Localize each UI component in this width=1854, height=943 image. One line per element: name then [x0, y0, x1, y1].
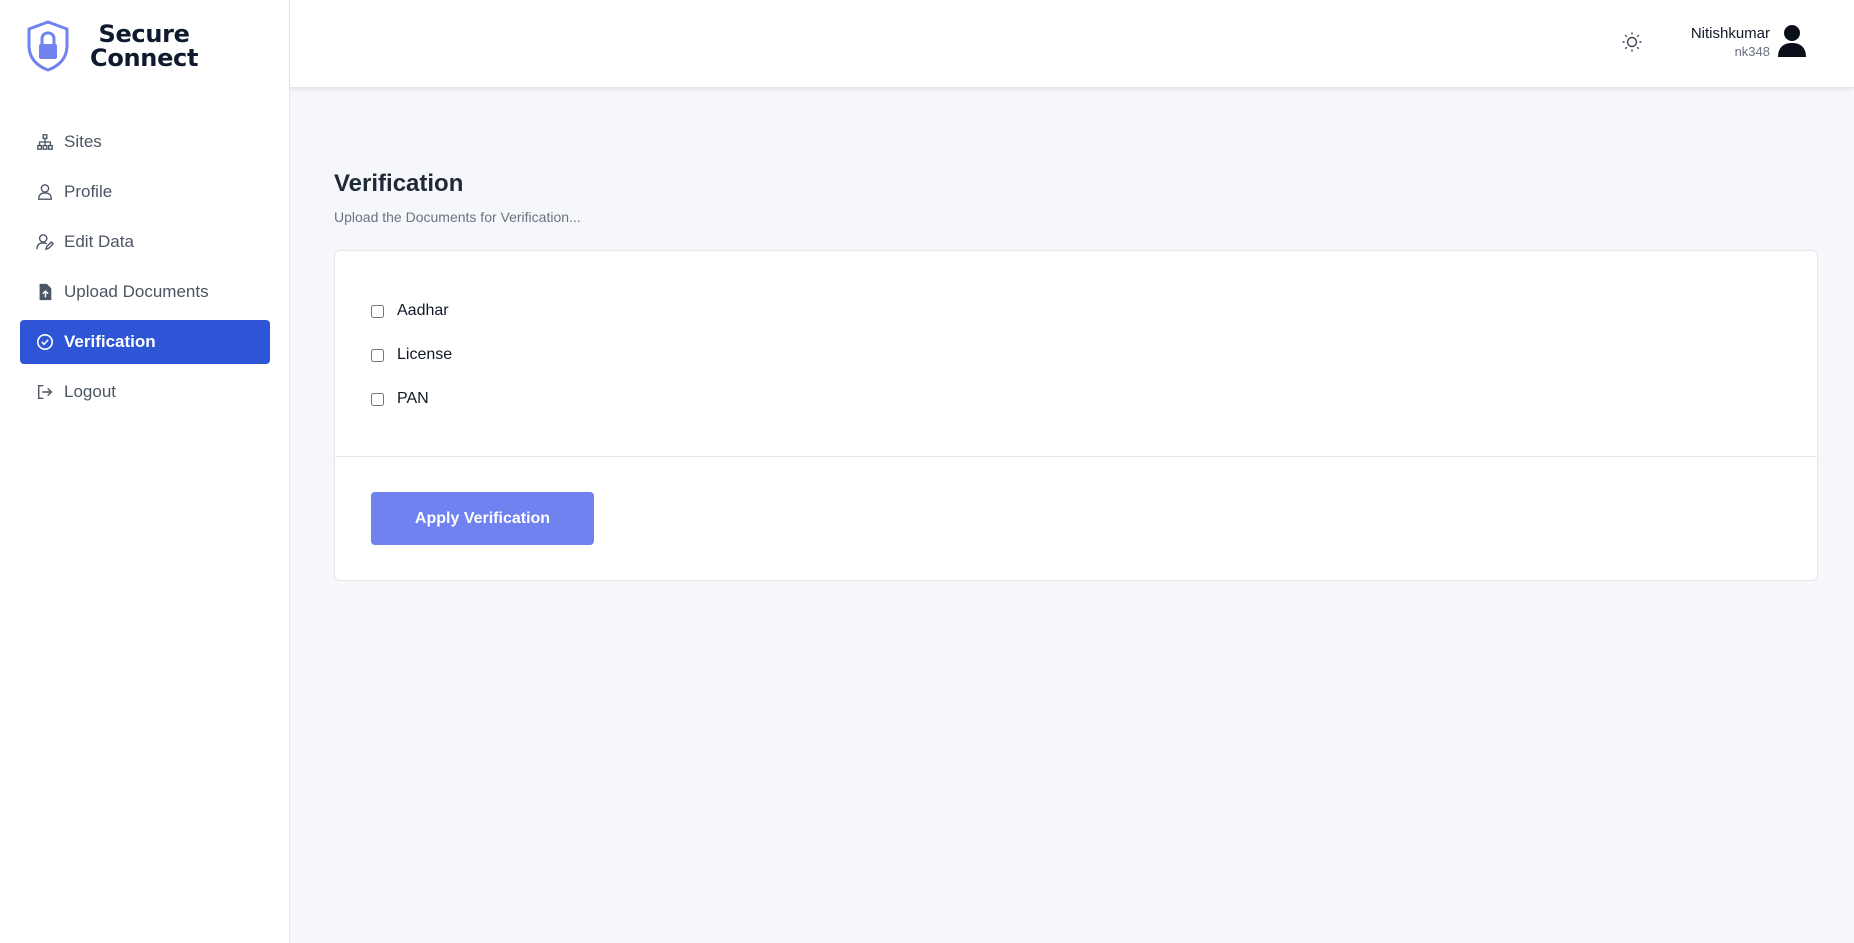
sidebar-item-label: Sites — [64, 132, 102, 151]
option-license[interactable]: License — [371, 333, 452, 377]
theme-toggle-button[interactable] — [1620, 30, 1644, 54]
apply-verification-button[interactable]: Apply Verification — [371, 492, 594, 545]
option-aadhar[interactable]: Aadhar — [371, 289, 452, 333]
user-info[interactable]: Nitishkumar nk348 — [1691, 24, 1770, 60]
user-name: Nitishkumar — [1690, 25, 1770, 42]
sidebar-item-label: Edit Data — [64, 232, 134, 251]
app-name-line2: Connect — [90, 44, 199, 72]
sidebar-item-label: Verification — [64, 332, 156, 351]
sidebar-item-profile[interactable]: Profile — [20, 170, 270, 214]
app-name-line1: Secure — [98, 20, 190, 48]
sidebar-item-upload-documents[interactable]: Upload Documents — [20, 270, 270, 314]
user-avatar-icon — [1778, 25, 1806, 57]
sidebar-item-label: Upload Documents — [64, 282, 209, 301]
sitemap-icon — [35, 132, 55, 152]
file-upload-icon — [35, 282, 55, 302]
top-header: Nitishkumar nk348 — [290, 0, 1854, 88]
option-label: License — [397, 346, 453, 363]
divider — [335, 456, 1817, 457]
user-id: nk348 — [1734, 44, 1770, 59]
license-checkbox[interactable] — [371, 348, 384, 362]
page-title: Verification — [334, 170, 464, 197]
main-content: Verification Upload the Documents for Ve… — [334, 168, 1818, 581]
option-label: Aadhar — [397, 302, 449, 319]
sidebar-item-logout[interactable]: Logout — [20, 370, 270, 414]
sidebar-item-label: Profile — [64, 182, 113, 201]
sidebar-item-label: Logout — [64, 382, 116, 401]
shield-lock-icon — [27, 20, 69, 72]
page-subtitle: Upload the Documents for Verification... — [334, 209, 581, 225]
document-options: Aadhar License PAN — [371, 289, 452, 421]
sidebar-item-sites[interactable]: Sites — [20, 120, 270, 164]
sun-icon — [1622, 32, 1642, 52]
pan-checkbox[interactable] — [371, 392, 384, 406]
option-label: PAN — [397, 390, 429, 407]
sidebar-item-verification[interactable]: Verification — [20, 320, 270, 364]
logout-icon — [35, 382, 55, 402]
sidebar-item-edit-data[interactable]: Edit Data — [20, 220, 270, 264]
aadhar-checkbox[interactable] — [371, 304, 384, 318]
app-name: Secure Connect — [90, 22, 198, 70]
logo[interactable]: Secure Connect — [26, 20, 198, 72]
check-circle-icon — [35, 332, 55, 352]
option-pan[interactable]: PAN — [371, 377, 452, 421]
user-icon — [35, 182, 55, 202]
verification-card: Aadhar License PAN Apply Verification — [334, 250, 1818, 581]
avatar[interactable] — [1775, 24, 1809, 58]
sidebar: Secure Connect Sites Profile Edit Data U… — [0, 0, 290, 943]
sidebar-nav: Sites Profile Edit Data Upload Documents… — [20, 120, 270, 420]
user-edit-icon — [35, 232, 55, 252]
